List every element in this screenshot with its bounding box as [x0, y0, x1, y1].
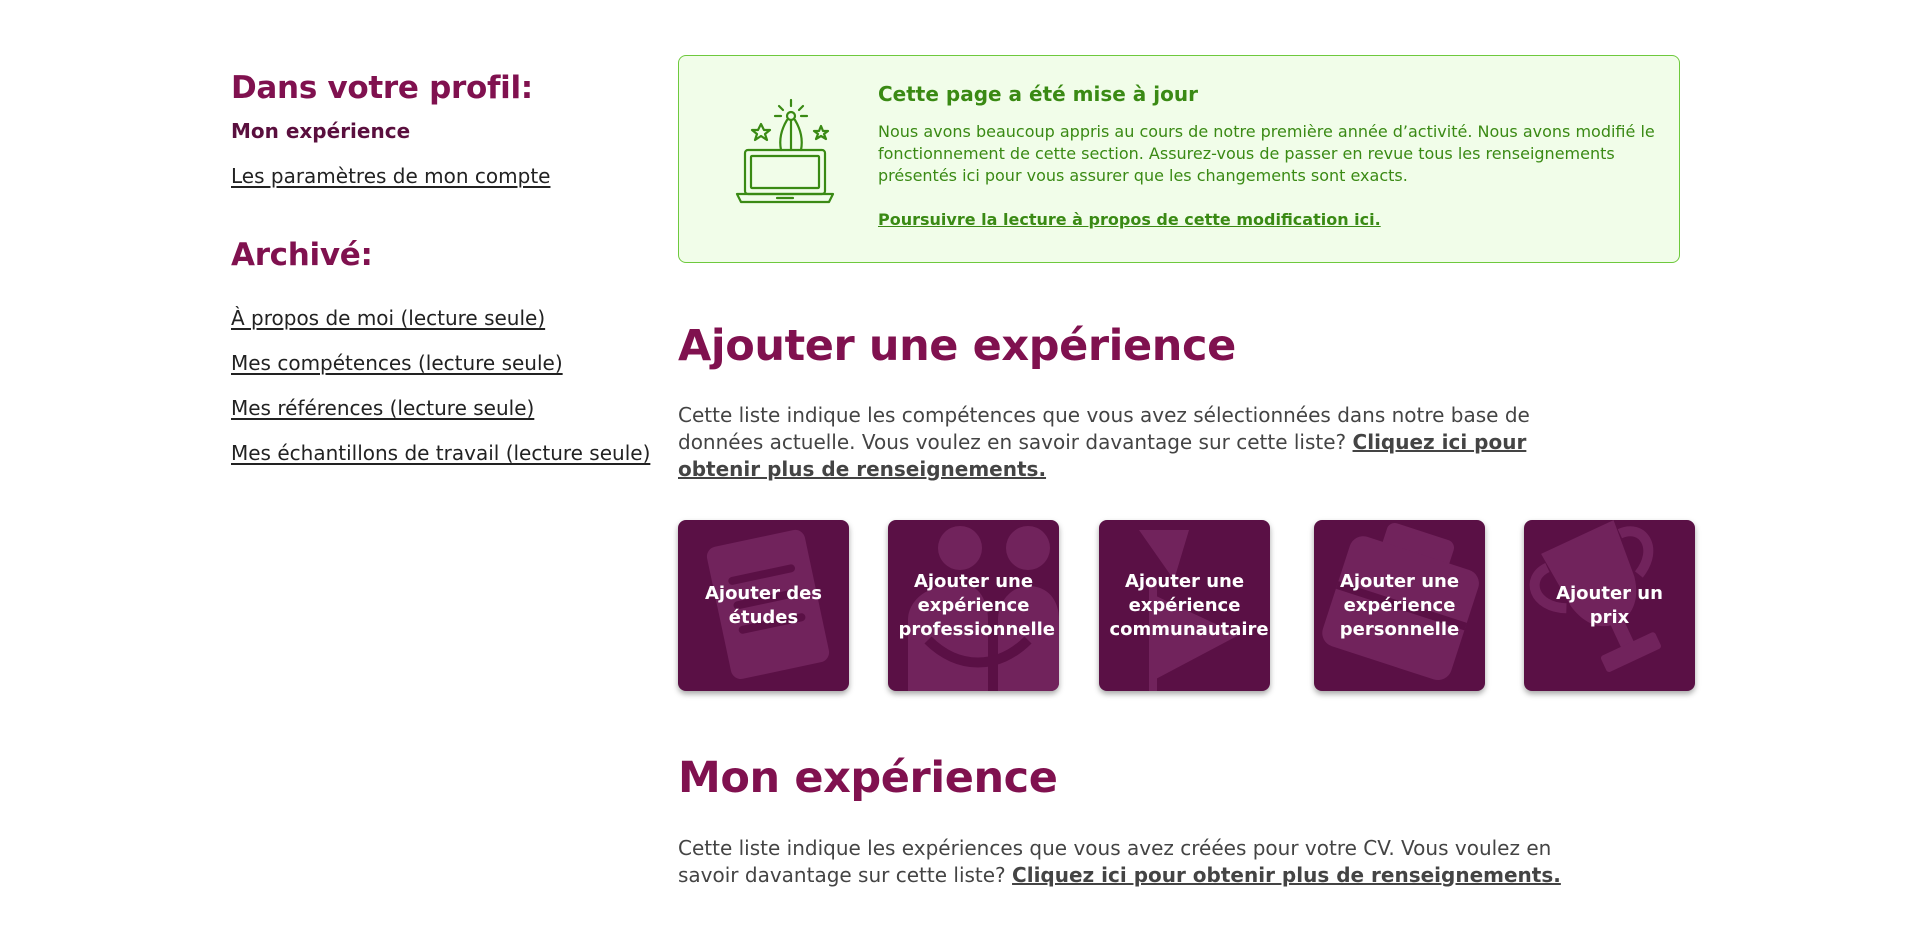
laptop-fireworks-icon [735, 98, 835, 204]
add-experience-tiles: Ajouter des études Ajouter une expérienc… [678, 520, 1698, 692]
add-community-experience-label: Ajouter une expérience communautaire [1109, 570, 1269, 640]
my-experience-more-info-link[interactable]: Cliquez ici pour obtenir plus de renseig… [1012, 863, 1561, 887]
add-professional-experience-label: Ajouter une expérience professionnelle [898, 570, 1056, 640]
update-notice: Cette page a été mise à jour Nous avons … [678, 55, 1680, 263]
add-experience-description: Cette liste indique les compétences que … [678, 402, 1578, 483]
add-award-label: Ajouter un prix [1556, 582, 1663, 628]
notice-body: Nous avons beaucoup appris au cours de n… [878, 122, 1655, 185]
sidebar-link-about-me[interactable]: À propos de moi (lecture seule) [231, 305, 631, 331]
add-experience-title: Ajouter une expérience [678, 321, 1236, 371]
page: Dans votre profil: Mon expérience Les pa… [0, 0, 1920, 936]
add-professional-experience-tile[interactable]: Ajouter une expérience professionnelle [888, 520, 1059, 691]
profile-heading: Dans votre profil: [231, 70, 533, 106]
sidebar-link-my-references[interactable]: Mes références (lecture seule) [231, 395, 631, 421]
notice-title: Cette page a été mise à jour [878, 82, 1198, 106]
add-community-experience-tile[interactable]: Ajouter une expérience communautaire [1099, 520, 1270, 691]
add-education-tile[interactable]: Ajouter des études [678, 520, 849, 691]
notice-read-more-link[interactable]: Poursuivre la lecture à propos de cette … [878, 210, 1381, 229]
my-experience-title: Mon expérience [678, 753, 1058, 803]
notice-content: Cette page a été mise à jour Nous avons … [878, 80, 1658, 231]
sidebar: Dans votre profil: Mon expérience Les pa… [231, 68, 650, 485]
add-education-label: Ajouter des études [704, 582, 823, 628]
sidebar-item-my-experience: Mon expérience [231, 119, 411, 143]
sidebar-link-my-skills[interactable]: Mes compétences (lecture seule) [231, 350, 631, 376]
my-experience-description: Cette liste indique les expériences que … [678, 835, 1578, 889]
add-award-tile[interactable]: Ajouter un prix [1524, 520, 1695, 691]
sidebar-link-account-settings[interactable]: Les paramètres de mon compte [231, 163, 631, 189]
archive-heading: Archivé: [231, 237, 373, 273]
add-personal-experience-label: Ajouter une expérience personnelle [1339, 570, 1460, 640]
add-personal-experience-tile[interactable]: Ajouter une expérience personnelle [1314, 520, 1485, 691]
sidebar-link-work-samples[interactable]: Mes échantillons de travail (lecture seu… [231, 440, 650, 466]
